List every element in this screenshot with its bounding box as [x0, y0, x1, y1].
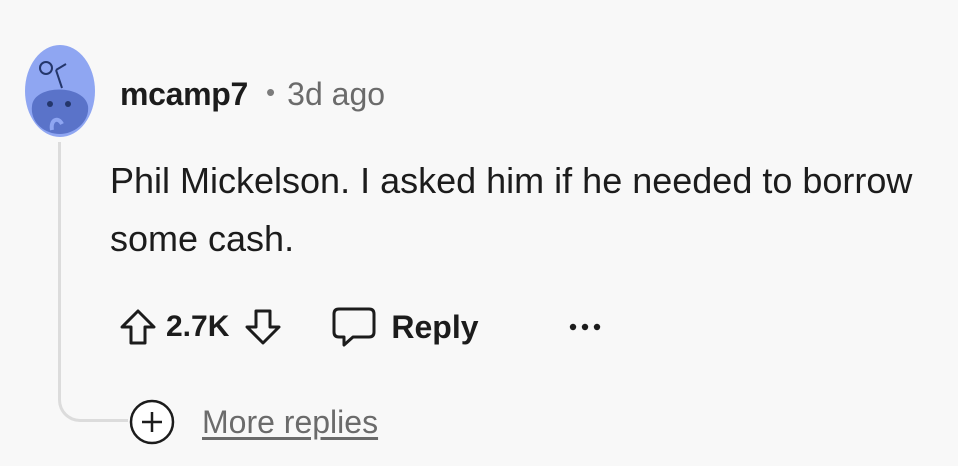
more-replies-button[interactable]: More replies: [128, 398, 383, 446]
comment: mcamp7 • 3d ago Phil Mickelson. I asked …: [0, 0, 958, 466]
reddit-snoo-avatar-icon: [25, 45, 95, 137]
comment-body: Phil Mickelson. I asked him if he needed…: [110, 160, 913, 259]
speech-bubble-icon: [332, 307, 376, 347]
timestamp[interactable]: 3d ago: [287, 76, 385, 113]
more-options-button[interactable]: [565, 307, 605, 347]
comment-actions: 2.7K Reply: [110, 300, 605, 354]
reply-button[interactable]: Reply: [331, 305, 479, 349]
arrow-down-outline-icon: [245, 309, 281, 345]
downvote-button[interactable]: [235, 300, 291, 354]
ellipsis-icon: [569, 323, 600, 331]
upvote-button[interactable]: [110, 300, 166, 354]
arrow-up-outline-icon: [120, 309, 156, 345]
comment-meta: mcamp7 • 3d ago: [120, 72, 385, 116]
vote-count: 2.7K: [166, 310, 230, 343]
more-replies-label: More replies: [202, 403, 379, 440]
username[interactable]: mcamp7: [120, 76, 248, 113]
user-avatar[interactable]: [24, 44, 96, 138]
reply-label: Reply: [391, 308, 479, 345]
meta-separator: •: [266, 76, 276, 107]
plus-circle-icon: [129, 399, 175, 445]
